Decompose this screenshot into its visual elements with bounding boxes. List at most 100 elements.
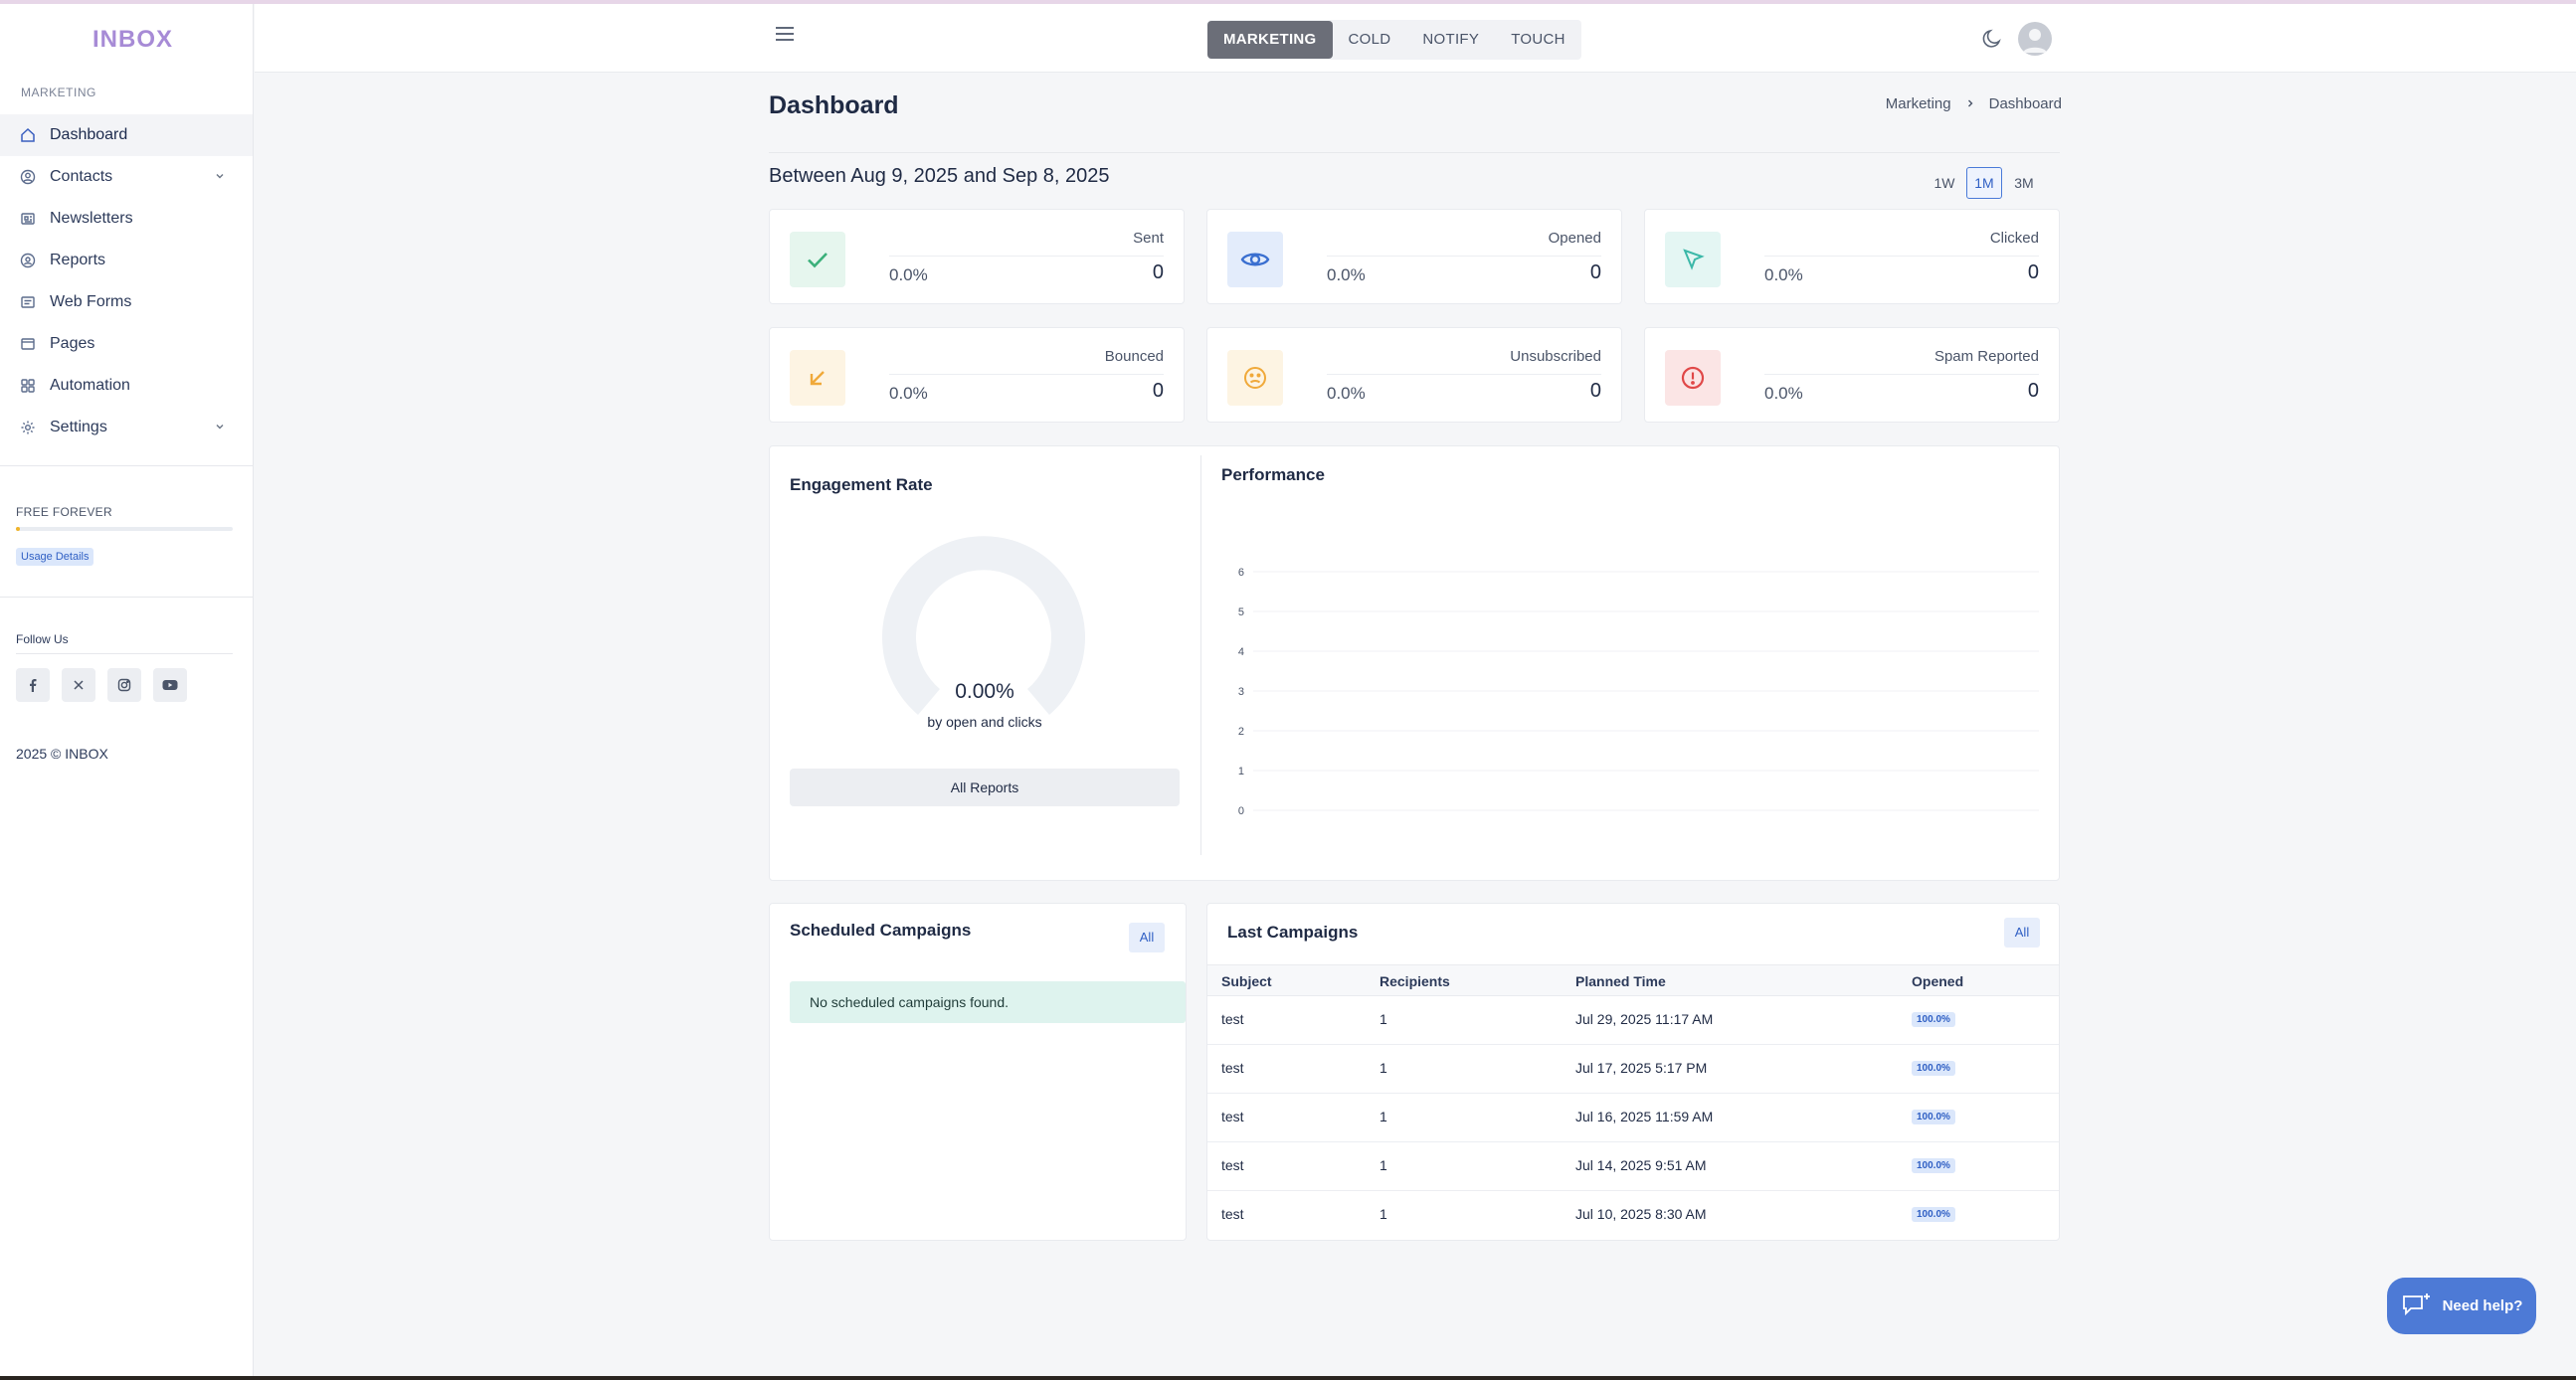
- table-row[interactable]: test 1 Jul 29, 2025 11:17 AM 100.0%: [1207, 995, 2059, 1045]
- frown-icon: [1227, 350, 1283, 406]
- opened-badge: 100.0%: [1912, 1012, 1955, 1027]
- column-recipients[interactable]: Recipients: [1380, 973, 1450, 989]
- y-tick-label: 2: [1238, 726, 1244, 738]
- sidebar-item-contacts[interactable]: Contacts: [0, 156, 253, 198]
- period-1w[interactable]: 1W: [1927, 167, 1962, 199]
- plan-usage-fill: [16, 527, 21, 531]
- eye-icon: [1227, 232, 1283, 287]
- sidebar-item-label: Dashboard: [50, 126, 128, 143]
- period-1m[interactable]: 1M: [1966, 167, 2002, 199]
- sidebar-item-automation[interactable]: Automation: [0, 365, 253, 407]
- stat-card-unsubscribed: Unsubscribed 0.0% 0: [1206, 327, 1622, 423]
- instagram-icon[interactable]: [107, 668, 141, 702]
- scheduled-empty-message: No scheduled campaigns found.: [790, 981, 1186, 1023]
- sidebar-item-web-forms[interactable]: Web Forms: [0, 281, 253, 323]
- usage-details-button[interactable]: Usage Details: [16, 548, 94, 566]
- stat-divider: [1764, 256, 2039, 257]
- y-tick-label: 6: [1238, 567, 1244, 579]
- table-row[interactable]: test 1 Jul 17, 2025 5:17 PM 100.0%: [1207, 1044, 2059, 1094]
- stat-value: 0: [1589, 380, 1601, 402]
- stat-value: 0: [2027, 380, 2039, 402]
- sidebar-nav: Dashboard Contacts Newsletters Reports W…: [0, 114, 253, 448]
- table-header: Subject Recipients Planned Time Opened: [1207, 964, 2059, 996]
- stat-divider: [1764, 374, 2039, 375]
- period-selector: 1W 1M 3M: [1927, 167, 2042, 199]
- column-planned-time[interactable]: Planned Time: [1575, 973, 1666, 989]
- plan-label: FREE FOREVER: [16, 505, 112, 519]
- sidebar-item-label: Reports: [50, 252, 106, 268]
- period-3m[interactable]: 3M: [2006, 167, 2042, 199]
- stat-value: 0: [1152, 380, 1164, 402]
- sidebar-item-reports[interactable]: Reports: [0, 240, 253, 281]
- cell-planned-time: Jul 29, 2025 11:17 AM: [1575, 1011, 1714, 1027]
- stat-label: Sent: [1133, 230, 1164, 247]
- tab-touch[interactable]: TOUCH: [1495, 21, 1581, 59]
- reports-icon: [20, 253, 36, 268]
- stat-divider: [889, 374, 1164, 375]
- breadcrumb-item[interactable]: Marketing: [1886, 95, 1951, 112]
- table-row[interactable]: test 1 Jul 14, 2025 9:51 AM 100.0%: [1207, 1141, 2059, 1191]
- newspaper-icon: [20, 211, 36, 227]
- copyright: 2025 © INBOX: [16, 746, 108, 762]
- chat-icon: [2401, 1291, 2433, 1322]
- check-icon: [790, 232, 845, 287]
- y-tick-label: 3: [1238, 686, 1244, 698]
- tab-cold[interactable]: COLD: [1333, 21, 1407, 59]
- sidebar-divider: [0, 597, 253, 598]
- cell-planned-time: Jul 14, 2025 9:51 AM: [1575, 1157, 1707, 1173]
- stat-divider: [1327, 256, 1601, 257]
- stat-label: Bounced: [1104, 348, 1164, 365]
- avatar[interactable]: [2018, 22, 2052, 56]
- opened-badge: 100.0%: [1912, 1110, 1955, 1124]
- top-header: MARKETING COLD NOTIFY TOUCH: [255, 4, 2576, 73]
- opened-badge: 100.0%: [1912, 1061, 1955, 1076]
- table-row[interactable]: test 1 Jul 16, 2025 11:59 AM 100.0%: [1207, 1093, 2059, 1142]
- stat-card-clicked: Clicked 0.0% 0: [1644, 209, 2060, 304]
- facebook-icon[interactable]: [16, 668, 50, 702]
- cell-recipients: 1: [1380, 1109, 1387, 1124]
- cell-subject: test: [1221, 1206, 1244, 1222]
- stat-value: 0: [1589, 261, 1601, 283]
- stat-card-bounced: Bounced 0.0% 0: [769, 327, 1185, 423]
- analytics-divider: [1200, 455, 1201, 855]
- tab-notify[interactable]: NOTIFY: [1406, 21, 1495, 59]
- scheduled-title: Scheduled Campaigns: [790, 921, 972, 940]
- y-tick-label: 1: [1238, 766, 1244, 777]
- form-icon: [20, 294, 36, 310]
- moon-icon[interactable]: [1979, 26, 2005, 52]
- need-help-button[interactable]: Need help?: [2387, 1278, 2536, 1334]
- stat-percent: 0.0%: [1327, 265, 1366, 284]
- last-campaigns-all-button[interactable]: All: [2004, 918, 2040, 948]
- sidebar-item-dashboard[interactable]: Dashboard: [0, 114, 253, 156]
- sidebar-item-label: Automation: [50, 377, 130, 394]
- sidebar: INBOX MARKETING Dashboard Contacts Newsl…: [0, 4, 254, 1376]
- stat-percent: 0.0%: [1764, 265, 1803, 284]
- menu-icon[interactable]: [775, 26, 795, 42]
- chevron-right-icon: [1965, 95, 1975, 112]
- tab-marketing[interactable]: MARKETING: [1207, 21, 1333, 59]
- need-help-label: Need help?: [2442, 1297, 2523, 1314]
- scheduled-all-button[interactable]: All: [1129, 923, 1165, 952]
- column-opened[interactable]: Opened: [1912, 973, 1963, 989]
- date-range: Between Aug 9, 2025 and Sep 8, 2025: [769, 165, 1110, 187]
- youtube-icon[interactable]: [153, 668, 187, 702]
- logo[interactable]: INBOX: [92, 26, 173, 54]
- cell-subject: test: [1221, 1157, 1244, 1173]
- performance-title: Performance: [1221, 465, 1325, 484]
- alert-icon: [1665, 350, 1721, 406]
- user-circle-icon: [20, 169, 36, 185]
- x-icon[interactable]: [62, 668, 95, 702]
- table-row[interactable]: test 1 Jul 10, 2025 8:30 AM 100.0%: [1207, 1190, 2059, 1239]
- all-reports-button[interactable]: All Reports: [790, 769, 1180, 806]
- stat-divider: [889, 256, 1164, 257]
- cell-subject: test: [1221, 1109, 1244, 1124]
- sidebar-item-newsletters[interactable]: Newsletters: [0, 198, 253, 240]
- sidebar-item-label: Contacts: [50, 168, 113, 185]
- column-subject[interactable]: Subject: [1221, 973, 1272, 989]
- cell-recipients: 1: [1380, 1060, 1387, 1076]
- cell-recipients: 1: [1380, 1206, 1387, 1222]
- sidebar-item-settings[interactable]: Settings: [0, 407, 253, 448]
- cell-subject: test: [1221, 1060, 1244, 1076]
- sidebar-item-pages[interactable]: Pages: [0, 323, 253, 365]
- stat-value: 0: [1152, 261, 1164, 283]
